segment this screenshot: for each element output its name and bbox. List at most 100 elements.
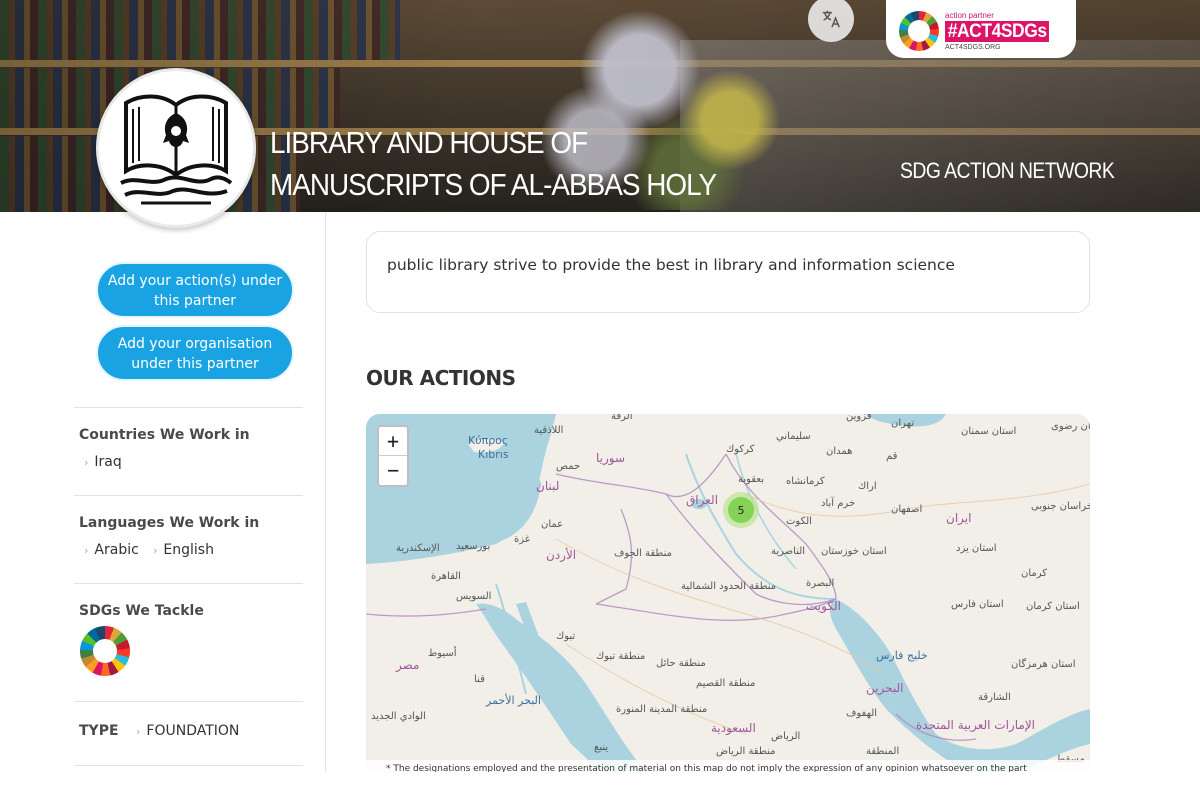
map-label: ينبع: [594, 742, 608, 753]
language-label: Arabic: [94, 542, 139, 558]
map-label: السعودية: [711, 721, 756, 736]
chevron-right-icon: ›: [84, 544, 89, 557]
map-label: Kıbrıs: [478, 448, 509, 461]
sidebar-divider: [74, 583, 303, 584]
actions-map[interactable]: Κύπρος Kıbrıs سوريا العراق ایران الأردن …: [366, 414, 1090, 772]
map-label: سليماني: [776, 431, 811, 442]
map-label: أسيوط: [428, 646, 457, 659]
map-label: استان خراسان رضوی: [1051, 421, 1090, 432]
sidebar-divider: [74, 495, 303, 496]
map-label: خرم آباد: [821, 496, 855, 509]
map-label: غزة: [514, 534, 530, 545]
add-organisation-button[interactable]: Add your organisation under this partner: [96, 325, 294, 381]
sdgs-heading: SDGs We Tackle: [79, 603, 204, 619]
zoom-in-button[interactable]: +: [379, 427, 407, 456]
map-tiles: Κύπρος Kıbrıs سوريا العراق ایران الأردن …: [366, 414, 1090, 772]
map-label: كركوك: [726, 444, 755, 455]
map-label: البحر الأحمر: [485, 693, 541, 707]
map-label: بعقوبة: [738, 474, 764, 485]
map-label: كرمانشاه: [786, 476, 825, 487]
map-label: استان فارس: [951, 599, 1004, 610]
map-label: استان کرمان: [1026, 601, 1080, 612]
map-label: بورسعيد: [456, 541, 490, 552]
map-label: اراك: [858, 481, 877, 492]
chevron-right-icon: ›: [84, 456, 89, 469]
chevron-right-icon: ›: [136, 725, 141, 738]
manuscript-book-logo-icon: [120, 94, 233, 205]
organisation-logo: [96, 68, 256, 228]
map-label: الكويت: [806, 599, 841, 614]
map-label: اصفهان: [891, 504, 922, 515]
map-label: همدان: [826, 446, 852, 457]
sdg-wheel-icon: [899, 11, 939, 51]
map-label: البصرة: [806, 578, 834, 589]
map-label: منطقة الجوف: [614, 548, 672, 559]
map-label: قم: [886, 451, 898, 462]
type-value: › FOUNDATION: [136, 723, 239, 739]
country-item[interactable]: › Iraq: [84, 454, 122, 470]
map-label: الوادي الجديد: [371, 711, 426, 722]
map-label: استان یزد: [956, 543, 997, 554]
language-item[interactable]: › Arabic: [84, 542, 139, 558]
zoom-out-button[interactable]: −: [379, 456, 407, 485]
language-item[interactable]: › English: [153, 542, 214, 558]
map-label: القاهرة: [431, 571, 461, 582]
sidebar-divider: [74, 701, 303, 702]
map-label: اللاذقية: [534, 425, 563, 436]
language-label: English: [163, 542, 214, 558]
column-divider: [325, 212, 326, 772]
map-label: خليج فارس: [876, 649, 928, 662]
map-label: كرمان: [1021, 568, 1047, 579]
badge-subtitle: action partner: [945, 10, 994, 20]
sdg-wheel-icon[interactable]: [80, 626, 130, 676]
map-label: الهفوف: [846, 708, 877, 719]
map-label: استان خراسان جنوبی: [1031, 501, 1090, 512]
map-label: الناصرية: [771, 546, 805, 557]
map-label: الإمارات العربية المتحدة: [916, 718, 1035, 733]
map-label: المنطقة: [866, 746, 899, 757]
network-label: SDG ACTION NETWORK: [900, 158, 1115, 183]
sidebar-divider: [74, 407, 303, 408]
type-value-text: FOUNDATION: [146, 723, 240, 739]
actions-heading: OUR ACTIONS: [366, 366, 516, 390]
map-label: منطقة المدينة المنورة: [616, 704, 707, 715]
cluster-count: 5: [728, 497, 754, 523]
map-label: تهران: [891, 418, 914, 429]
map-label: عمان: [541, 519, 563, 530]
map-label: قنا: [474, 674, 485, 685]
translate-icon: [822, 10, 840, 28]
map-label: الرياض: [771, 731, 800, 742]
sidebar-divider: [74, 765, 303, 766]
map-label: منطقة القصيم: [696, 678, 755, 689]
map-label: السويس: [456, 591, 491, 602]
act4sdgs-partner-badge[interactable]: action partner #ACT4SDGs ACT4SDGS.ORG: [886, 0, 1076, 58]
map-cluster-marker[interactable]: 5: [723, 492, 759, 528]
badge-url: ACT4SDGS.ORG: [945, 43, 1001, 51]
languages-heading: Languages We Work in: [79, 515, 260, 531]
map-label: Κύπρος: [468, 434, 508, 447]
map-label: الرقة: [611, 414, 632, 422]
map-label: قزوين: [846, 414, 872, 422]
map-label: العراق: [686, 493, 718, 508]
map-label: استان خوزستان: [821, 546, 887, 557]
type-label: TYPE: [79, 723, 119, 739]
map-label: لبنان: [536, 479, 559, 493]
badge-hashtag: #ACT4SDGs: [945, 20, 1050, 42]
map-label: الشارقة: [978, 692, 1011, 703]
countries-heading: Countries We Work in: [79, 427, 250, 443]
map-label: منطقة الحدود الشمالية: [681, 581, 776, 592]
map-zoom-control: + −: [377, 425, 409, 487]
country-label: Iraq: [94, 454, 122, 470]
map-label: الأردن: [546, 547, 576, 563]
organisation-title: LIBRARY AND HOUSE OF MANUSCRIPTS OF AL-A…: [270, 125, 717, 244]
map-label: منطقة حائل: [656, 658, 706, 669]
add-action-button[interactable]: Add your action(s) under this partner: [96, 262, 294, 318]
map-label: تبوك: [556, 631, 575, 642]
map-label: حمص: [556, 461, 580, 472]
map-label: سوريا: [596, 451, 625, 466]
map-label: الكوت: [786, 516, 812, 527]
map-label: مصر: [395, 658, 419, 673]
map-label: منطقة تبوك: [596, 651, 645, 662]
map-disclaimer: * The designations employed and the pres…: [366, 760, 1090, 772]
map-label: ایران: [946, 511, 971, 526]
